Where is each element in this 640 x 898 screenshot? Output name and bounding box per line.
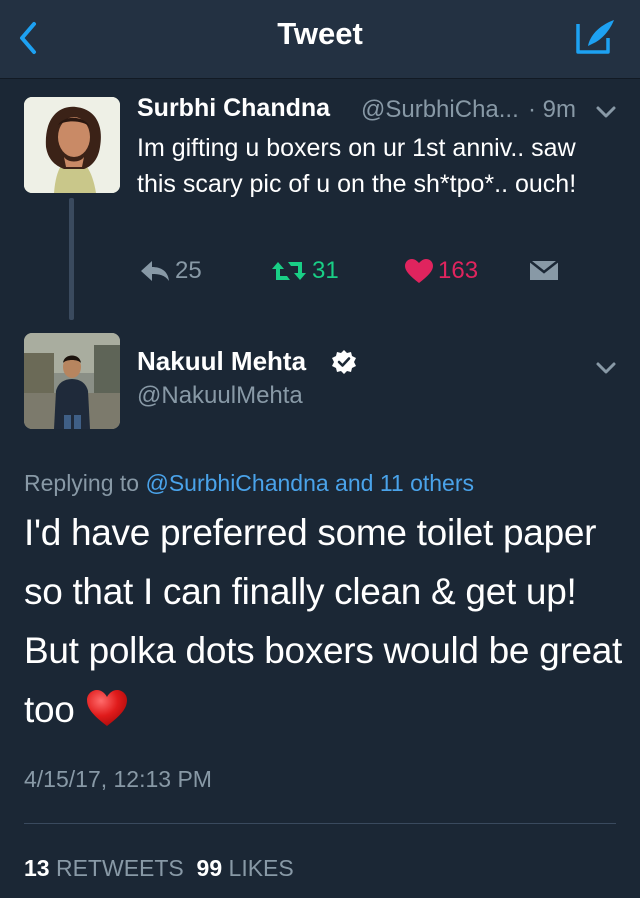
reply-icon [141,260,169,281]
tweet-text: I'd have preferred some toilet paper so … [24,503,624,739]
tweet-time: · 9m [528,96,576,123]
retweet-icon [272,261,306,280]
like-button[interactable]: 163 [404,256,478,288]
reply-count: 25 [175,256,202,284]
verified-badge-icon [332,350,356,374]
replying-to-label: Replying to [24,470,140,496]
like-count: 163 [438,256,479,284]
retweets-label: RETWEETS [55,855,184,881]
chevron-down-icon[interactable] [594,104,618,120]
tweet-text: Im gifting u boxers on ur 1st anniv.. sa… [137,134,577,198]
likes-count: 99 [196,855,223,881]
retweets-stat[interactable]: 13 RETWEETS [24,855,184,881]
divider [24,823,616,824]
likes-stat[interactable]: 99 LIKES [197,855,294,881]
tweet-timestamp: 4/15/17, 12:13 PM [24,766,212,792]
replying-to-line: Replying to @SurbhiChandna and 11 others [24,470,474,497]
author-handle[interactable]: @NakuulMehta [137,382,303,410]
direct-message-icon [529,259,559,280]
tweet-stats: 13 RETWEETS 99 LIKES [24,855,294,882]
heart-icon [405,258,433,283]
retweet-count: 31 [312,256,339,284]
thread-connector-line [69,198,74,320]
avatar[interactable] [24,333,120,429]
retweets-count: 13 [24,855,50,881]
page-title: Tweet [277,16,363,51]
author-name[interactable]: Surbhi Chandna [137,94,330,123]
author-handle[interactable]: @SurbhiCha... [361,96,519,124]
top-navigation-bar: Tweet [0,0,640,79]
chevron-down-icon[interactable] [594,360,618,376]
compose-icon[interactable] [574,16,618,56]
red-heart-emoji [86,690,127,726]
author-name[interactable]: Nakuul Mehta [137,346,306,377]
avatar[interactable] [24,97,120,193]
direct-message-button[interactable] [528,256,560,288]
retweet-button[interactable]: 31 [270,256,339,288]
likes-label: LIKES [228,855,294,881]
reply-button[interactable]: 25 [139,256,202,288]
replying-to-link[interactable]: @SurbhiChandna and 11 others [145,470,474,496]
